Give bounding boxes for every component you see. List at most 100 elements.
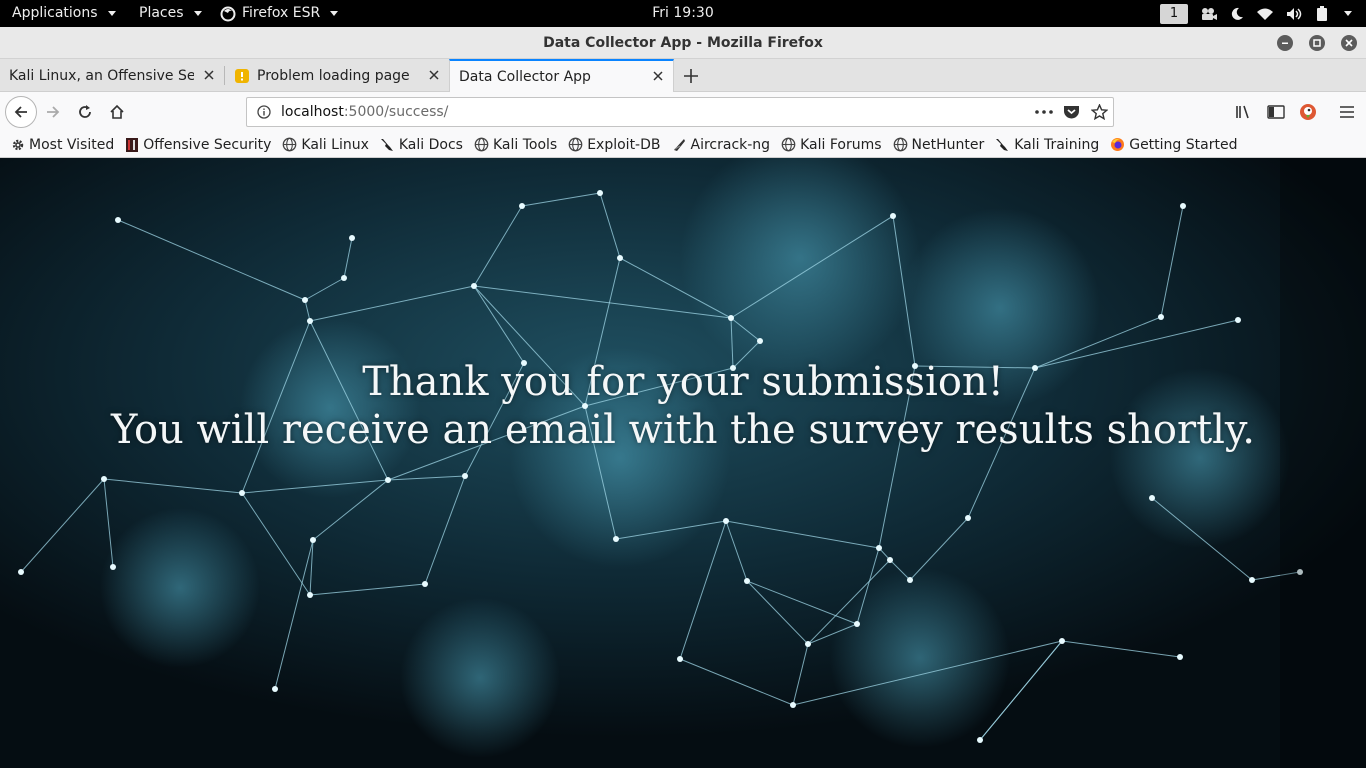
reload-button[interactable] [71, 98, 99, 126]
sidebar-icon [1267, 105, 1285, 119]
url-bar[interactable]: localhost:5000/success/ [246, 97, 1114, 127]
minimize-icon [1282, 42, 1288, 44]
bookmarks-toolbar: Most Visited Offensive Security Kali Lin… [0, 132, 1366, 158]
bookmark-offensive-security[interactable]: Offensive Security [125, 137, 271, 153]
bookmark-most-visited[interactable]: Most Visited [11, 137, 114, 153]
firefox-app-menu-label: Firefox ESR [242, 5, 321, 21]
page-edge-overlay [1280, 158, 1366, 768]
maximize-button[interactable] [1309, 35, 1325, 51]
url-host: localhost [281, 104, 344, 120]
tab-problem-loading[interactable]: Problem loading page [225, 59, 449, 92]
close-tab-icon[interactable] [652, 70, 664, 82]
bookmark-nethunter[interactable]: NetHunter [893, 136, 985, 153]
bookmark-kali-forums[interactable]: Kali Forums [781, 136, 882, 153]
tab-data-collector[interactable]: Data Collector App [449, 59, 674, 93]
gear-icon [12, 139, 24, 150]
close-icon [1345, 39, 1353, 47]
wifi-icon [1257, 8, 1273, 20]
places-menu[interactable]: Places [139, 0, 202, 27]
aircrack-icon [673, 139, 685, 151]
chevron-down-icon [1344, 11, 1352, 16]
window-titlebar[interactable]: Data Collector App - Mozilla Firefox [0, 27, 1366, 59]
tab-label: Data Collector App [459, 69, 591, 85]
reload-icon [79, 105, 91, 118]
site-info-icon[interactable] [257, 105, 271, 119]
bookmark-kali-tools[interactable]: Kali Tools [474, 137, 557, 153]
back-button[interactable] [5, 96, 37, 128]
places-menu-label: Places [139, 5, 184, 21]
bookmark-label: Kali Tools [492, 136, 558, 153]
new-tab-plus-icon[interactable] [680, 65, 702, 87]
close-window-button[interactable] [1341, 35, 1357, 51]
bookmark-aircrack-ng[interactable]: Aircrack-ng [672, 136, 771, 153]
bookmark-kali-training[interactable]: Kali Training [995, 137, 1099, 153]
url-text[interactable]: localhost:5000/success/ [281, 98, 448, 126]
chevron-down-icon [107, 11, 116, 16]
chevron-down-icon [330, 11, 339, 16]
page-content: Thank you for your submission! You will … [0, 158, 1366, 768]
window-title: Data Collector App - Mozilla Firefox [543, 35, 823, 51]
bookmark-kali-docs[interactable]: Kali Docs [380, 137, 463, 153]
globe-icon [893, 137, 907, 152]
bookmark-exploit-db[interactable]: Exploit-DB [568, 137, 661, 153]
open-menu-button[interactable] [1333, 98, 1361, 126]
firefox-app-menu[interactable]: Firefox ESR [220, 0, 339, 27]
page-actions-button[interactable] [1035, 104, 1053, 120]
thank-you-heading: Thank you for your submission! [362, 359, 1004, 405]
firefox-icon [220, 6, 236, 21]
kali-dragon-icon [996, 139, 1009, 151]
star-icon [1090, 104, 1108, 120]
forward-arrow-icon [47, 106, 60, 118]
tab-label: Kali Linux, an Offensive Security [9, 67, 194, 84]
chevron-down-icon [193, 11, 202, 16]
bookmark-kali-linux[interactable]: Kali Linux [282, 136, 369, 153]
library-icon [1236, 105, 1249, 119]
home-icon [110, 104, 124, 119]
workspace-indicator[interactable]: 1 [1160, 3, 1188, 24]
warning-page-icon [235, 68, 249, 83]
pocket-button[interactable] [1062, 104, 1080, 120]
globe-icon [568, 137, 583, 152]
network-background-image [0, 158, 1366, 768]
video-camera-icon [1202, 7, 1217, 20]
tab-strip: Kali Linux, an Offensive Security Proble… [0, 59, 1366, 93]
tab-label: Problem loading page [257, 67, 410, 84]
applications-menu[interactable]: Applications [12, 0, 116, 27]
battery-icon [1317, 5, 1327, 21]
sidebar-button[interactable] [1262, 98, 1290, 126]
bookmark-label: Kali Training [1014, 136, 1100, 153]
bookmark-label: Offensive Security [143, 136, 272, 153]
email-notice: You will receive an email with the surve… [111, 407, 1255, 453]
maximize-icon [1313, 39, 1321, 47]
bookmark-label: Aircrack-ng [690, 136, 771, 153]
bookmark-getting-started[interactable]: Getting Started [1110, 137, 1237, 153]
duckduckgo-icon [1300, 104, 1316, 120]
bookmark-label: Most Visited [29, 136, 115, 153]
extension-button[interactable] [1294, 98, 1322, 126]
firefox-icon [1111, 138, 1125, 151]
tab-kali-linux[interactable]: Kali Linux, an Offensive Security [0, 59, 224, 92]
forward-button[interactable] [39, 98, 67, 126]
close-tab-icon[interactable] [203, 69, 215, 81]
close-tab-icon[interactable] [428, 69, 440, 81]
home-button[interactable] [103, 98, 131, 126]
bookmark-label: NetHunter [911, 136, 985, 153]
globe-icon [474, 137, 489, 152]
globe-icon [283, 137, 297, 152]
offsec-icon [126, 137, 139, 152]
bookmark-label: Kali Forums [800, 136, 882, 153]
minimize-button[interactable] [1277, 35, 1293, 51]
bookmark-label: Kali Docs [398, 136, 463, 153]
applications-menu-label: Applications [12, 5, 98, 21]
bookmark-star-button[interactable] [1090, 104, 1108, 120]
pocket-icon [1063, 106, 1079, 119]
library-button[interactable] [1230, 98, 1258, 126]
url-path: :5000/success/ [343, 104, 449, 120]
success-message: Thank you for your submission! You will … [0, 358, 1366, 454]
system-top-bar: Applications Places Firefox ESR Fri 19:3… [0, 0, 1366, 27]
volume-icon [1287, 7, 1302, 20]
more-dots-icon [1035, 110, 1053, 114]
system-tray[interactable]: 1 [1160, 0, 1352, 27]
globe-icon [781, 137, 796, 152]
bookmark-label: Kali Linux [301, 136, 369, 153]
